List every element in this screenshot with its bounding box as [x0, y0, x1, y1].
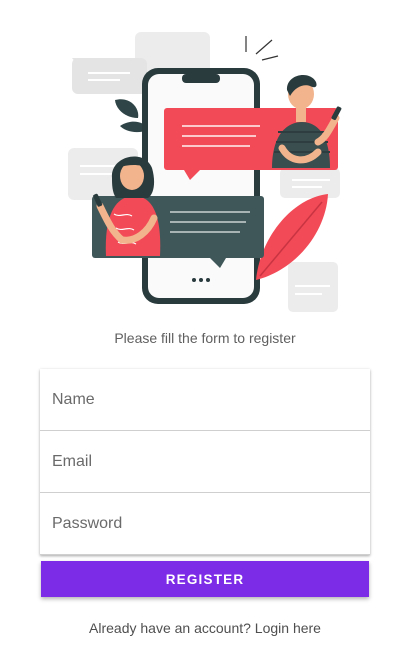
password-field-container: [40, 493, 370, 555]
name-input[interactable]: [40, 369, 370, 430]
register-button[interactable]: REGISTER: [41, 561, 369, 597]
register-form: [40, 369, 370, 555]
email-field-container: [40, 431, 370, 493]
form-subtitle: Please fill the form to register: [114, 330, 296, 346]
name-field-container: [40, 369, 370, 431]
login-link[interactable]: Already have an account? Login here: [0, 620, 410, 636]
chat-illustration: [60, 18, 350, 318]
chat-illustration-graphic: [68, 32, 342, 312]
email-input[interactable]: [40, 431, 370, 492]
password-input[interactable]: [40, 493, 370, 554]
